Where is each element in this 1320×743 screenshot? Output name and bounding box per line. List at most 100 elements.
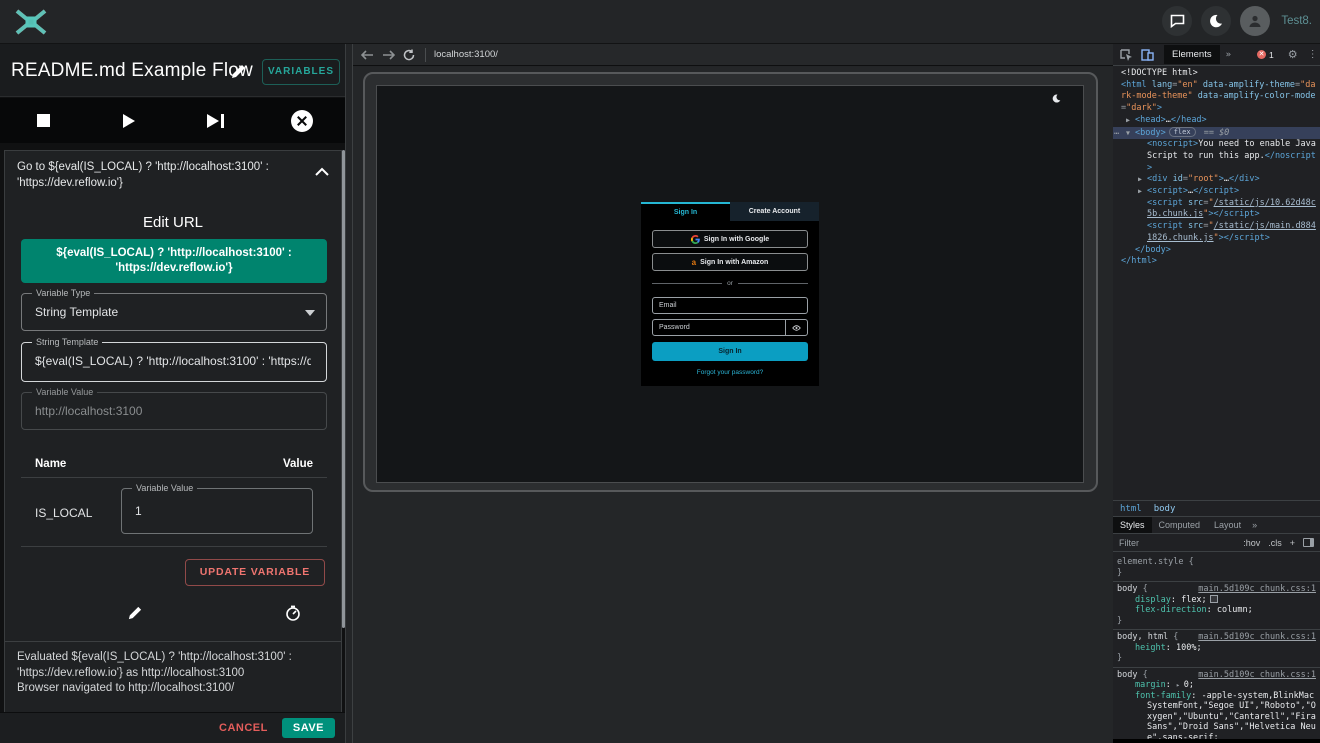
step-log: Evaluated ${eval(IS_LOCAL) ? 'http://loc… bbox=[5, 641, 341, 705]
close-flow-button[interactable] bbox=[259, 110, 345, 132]
timer-icon[interactable] bbox=[285, 605, 301, 621]
skip-triangle-icon bbox=[207, 114, 219, 128]
dom-node-line[interactable]: </body> bbox=[1113, 245, 1320, 257]
expand-arrow-icon: ▶ bbox=[1126, 115, 1135, 127]
css-property[interactable]: flex-direction: column; bbox=[1117, 605, 1316, 616]
string-template-input[interactable]: String Template ${eval(IS_LOCAL) ? 'http… bbox=[21, 342, 327, 382]
dark-mode-toggle[interactable] bbox=[1201, 6, 1231, 36]
save-button[interactable]: SAVE bbox=[282, 718, 335, 738]
url-bar[interactable]: localhost:3100/ bbox=[434, 49, 498, 60]
sidebar-toggle-icon[interactable] bbox=[1303, 538, 1314, 547]
dom-node-line[interactable]: <!DOCTYPE html> bbox=[1113, 68, 1320, 80]
moon-icon bbox=[1052, 94, 1061, 103]
css-rule[interactable]: element.style {} bbox=[1113, 555, 1320, 582]
column-header-name: Name bbox=[35, 458, 66, 470]
sign-in-with-amazon-button[interactable]: a Sign In with Amazon bbox=[652, 253, 808, 271]
tab-create-account[interactable]: Create Account bbox=[730, 202, 819, 221]
forward-icon[interactable] bbox=[382, 50, 395, 60]
css-property[interactable]: height: 100%; bbox=[1117, 643, 1316, 654]
feedback-button[interactable] bbox=[1162, 6, 1192, 36]
flex-editor-icon[interactable] bbox=[1210, 595, 1218, 603]
play-button[interactable] bbox=[86, 114, 172, 128]
tab-elements[interactable]: Elements bbox=[1164, 45, 1220, 64]
page-frame: Sign In Create Account Sign bbox=[363, 72, 1098, 492]
edit-title-pencil-icon[interactable] bbox=[230, 63, 247, 80]
username-label[interactable]: Test8. bbox=[1281, 15, 1312, 27]
settings-gear-icon[interactable]: ⚙ bbox=[1288, 48, 1298, 61]
dom-node-line[interactable]: ▶<script>…</script> bbox=[1113, 186, 1320, 198]
more-style-tabs-icon[interactable]: » bbox=[1252, 520, 1257, 530]
sign-in-with-google-button[interactable]: Sign In with Google bbox=[652, 230, 808, 248]
error-badge[interactable]: ✕ 1 bbox=[1257, 50, 1274, 60]
password-field[interactable]: Password bbox=[652, 319, 808, 336]
step-accordion-header[interactable]: Go to ${eval(IS_LOCAL) ? 'http://localho… bbox=[5, 151, 341, 201]
dom-node-line[interactable]: </html> bbox=[1113, 256, 1320, 268]
variable-value-label: Variable Value bbox=[32, 387, 97, 397]
user-avatar[interactable] bbox=[1240, 6, 1270, 36]
inspect-element-icon[interactable] bbox=[1120, 49, 1133, 61]
cancel-button[interactable]: CANCEL bbox=[219, 722, 268, 734]
variables-button[interactable]: VARIABLES bbox=[262, 59, 340, 85]
css-property[interactable]: font-family: -apple-system,BlinkMacSyste… bbox=[1117, 691, 1316, 740]
tab-sign-in[interactable]: Sign In bbox=[641, 202, 730, 221]
row-variable-value-input[interactable]: Variable Value 1 bbox=[121, 488, 313, 534]
edit-step-pencil-icon[interactable] bbox=[127, 605, 143, 621]
reflow-logo-icon[interactable] bbox=[14, 7, 48, 37]
breadcrumb-body[interactable]: body bbox=[1154, 504, 1176, 514]
css-property[interactable]: margin: ▸ 0; bbox=[1117, 680, 1316, 691]
update-variable-button[interactable]: UPDATE VARIABLE bbox=[185, 559, 325, 586]
tab-computed[interactable]: Computed bbox=[1152, 517, 1208, 533]
css-rule[interactable]: main.5d109c_chunk.css:1body {margin: ▸ 0… bbox=[1113, 668, 1320, 740]
forgot-password-link[interactable]: Forgot your password? bbox=[641, 369, 819, 376]
flow-title: README.md Example Flow bbox=[11, 60, 253, 82]
chevron-up-icon[interactable] bbox=[315, 167, 329, 176]
column-header-value: Value bbox=[283, 458, 313, 470]
dom-node-line[interactable]: <script src="/static/js/10.62d48c5b.chun… bbox=[1113, 198, 1320, 221]
email-field[interactable]: Email bbox=[652, 297, 808, 314]
css-rule[interactable]: main.5d109c_chunk.css:1body, html {heigh… bbox=[1113, 630, 1320, 668]
dom-node-line[interactable]: <noscript>You need to enable JavaScript … bbox=[1113, 139, 1320, 174]
skip-next-button[interactable] bbox=[173, 114, 259, 128]
device-toolbar-icon[interactable] bbox=[1141, 49, 1154, 61]
stylesheet-link[interactable]: main.5d109c_chunk.css:1 bbox=[1198, 632, 1316, 643]
flow-header: README.md Example Flow VARIABLES bbox=[0, 44, 345, 97]
dom-node-line[interactable]: ▶<head>…</head> bbox=[1113, 115, 1320, 127]
stylesheet-link[interactable]: main.5d109c_chunk.css:1 bbox=[1198, 584, 1316, 595]
flow-sidebar: README.md Example Flow VARIABLES Go to $… bbox=[0, 44, 346, 743]
sidebar-scrollbar[interactable] bbox=[342, 150, 345, 628]
css-rule[interactable]: main.5d109c_chunk.css:1body {display: fl… bbox=[1113, 582, 1320, 630]
stylesheet-link[interactable]: main.5d109c_chunk.css:1 bbox=[1198, 670, 1316, 681]
skip-bar-icon bbox=[221, 114, 224, 128]
show-password-button[interactable] bbox=[785, 320, 807, 335]
table-row: IS_LOCAL Variable Value 1 bbox=[21, 478, 327, 546]
person-icon bbox=[1247, 13, 1263, 29]
dom-node-line[interactable]: ▶<div id="root">…</div> bbox=[1113, 174, 1320, 186]
reload-icon[interactable] bbox=[403, 49, 415, 61]
dom-node-line[interactable]: …▼<body>flex == $0 bbox=[1113, 127, 1320, 140]
toggle-classes[interactable]: .cls bbox=[1268, 538, 1282, 548]
breadcrumb-html[interactable]: html bbox=[1120, 504, 1142, 514]
breadcrumb: html body bbox=[1113, 500, 1320, 517]
stop-button[interactable] bbox=[0, 114, 86, 127]
expand-arrow-icon: ▶ bbox=[1138, 174, 1147, 186]
filter-input[interactable]: Filter bbox=[1119, 538, 1235, 548]
toggle-hover-state[interactable]: :hov bbox=[1243, 538, 1260, 548]
dom-node-line[interactable]: <html lang="en" data-amplify-theme="dark… bbox=[1113, 80, 1320, 115]
variables-table: Name Value IS_LOCAL Variable Value 1 bbox=[21, 451, 327, 547]
back-icon[interactable] bbox=[361, 50, 374, 60]
tab-layout[interactable]: Layout bbox=[1207, 517, 1248, 533]
browser-viewport: Sign In Create Account Sign bbox=[353, 67, 1113, 743]
dom-node-line[interactable]: <script src="/static/js/main.d8841826.ch… bbox=[1113, 221, 1320, 244]
password-placeholder: Password bbox=[659, 324, 690, 331]
page-dark-mode-toggle[interactable] bbox=[1047, 89, 1065, 107]
kebab-menu-icon[interactable]: ⋮ bbox=[1308, 49, 1318, 60]
css-property[interactable]: display: flex; bbox=[1117, 595, 1316, 606]
more-tabs-icon[interactable]: » bbox=[1226, 50, 1231, 60]
new-style-rule-button[interactable]: + bbox=[1290, 538, 1295, 548]
app-screen: Test8. README.md Example Flow VARIABLES … bbox=[0, 0, 1320, 743]
sign-in-submit-button[interactable]: Sign In bbox=[652, 342, 808, 361]
variable-type-select[interactable]: Variable Type String Template bbox=[21, 293, 327, 331]
tab-styles[interactable]: Styles bbox=[1113, 517, 1152, 533]
step-header-text: Go to ${eval(IS_LOCAL) ? 'http://localho… bbox=[17, 159, 305, 191]
string-template-value: ${eval(IS_LOCAL) ? 'http://localhost:310… bbox=[35, 354, 311, 368]
